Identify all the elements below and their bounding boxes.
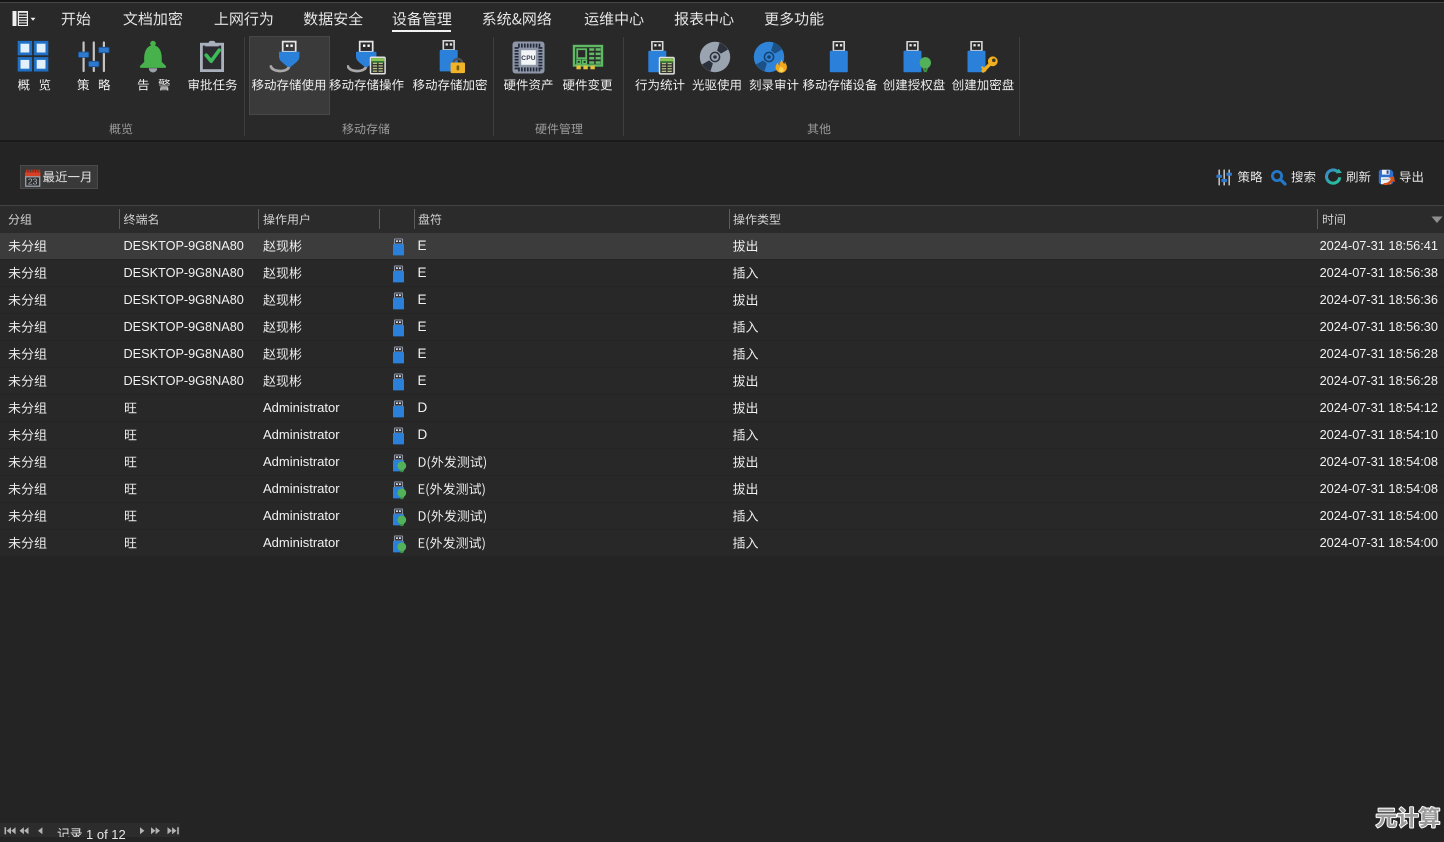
svg-text:23: 23 [28,177,38,187]
svg-text:CPU: CPU [521,55,536,62]
